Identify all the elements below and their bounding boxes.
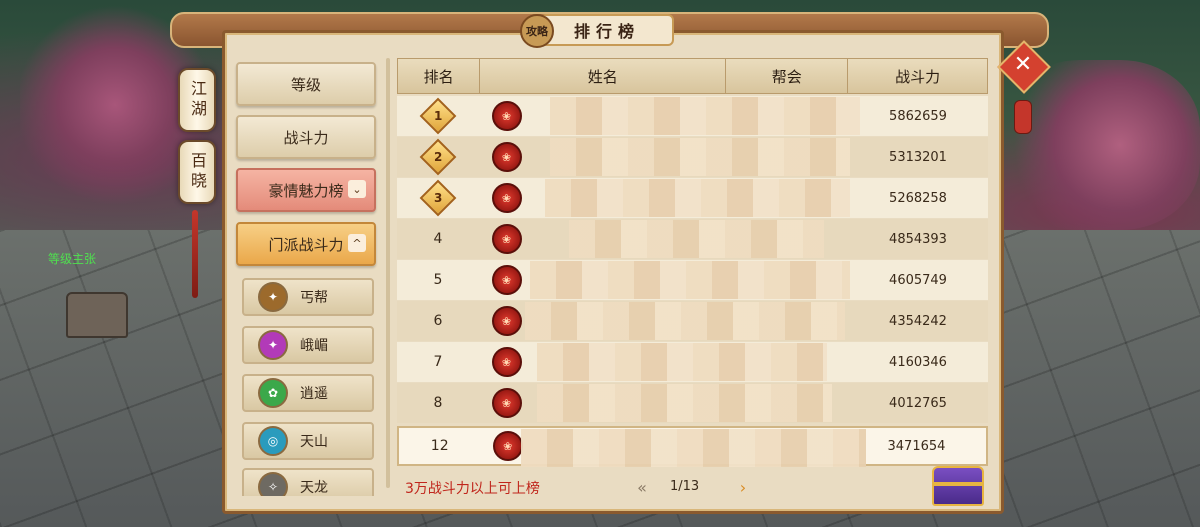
avatar[interactable]: ❀ bbox=[491, 224, 522, 254]
lantern-baixiao[interactable]: 百晓 bbox=[178, 140, 216, 204]
redacted-name-guild bbox=[545, 179, 850, 217]
chevron-right-icon[interactable]: › bbox=[735, 477, 751, 497]
avatar[interactable]: ❀ bbox=[491, 101, 522, 131]
tab-level[interactable]: 等级 bbox=[236, 62, 376, 106]
rank-medal-icon: 3 bbox=[415, 179, 461, 217]
rank-cell: 2 bbox=[397, 138, 479, 176]
lantern-jianghu[interactable]: 江湖 bbox=[178, 68, 216, 132]
power-value: 5268258 bbox=[889, 190, 947, 206]
sect-label: 天山 bbox=[300, 434, 328, 450]
rank-cell: 3 bbox=[397, 179, 479, 217]
chevron-left-icon[interactable]: « bbox=[634, 477, 650, 497]
rank-cell: 5 bbox=[433, 272, 443, 288]
tab-label: 豪情魅力榜 bbox=[268, 181, 344, 200]
table-row[interactable]: 4 ❀ 4854393 bbox=[397, 219, 988, 259]
table-header: 排名 姓名 帮会 战斗力 bbox=[397, 58, 988, 94]
sidebar-scrollbar[interactable] bbox=[386, 58, 390, 488]
page-title: 排行榜 bbox=[540, 14, 674, 46]
world-chest[interactable] bbox=[66, 292, 128, 338]
blade-icon: ✦ bbox=[258, 330, 288, 360]
ranking-table: 排名 姓名 帮会 战斗力 1 ❀ 5862659 2 ❀ 5313201 3 ❀… bbox=[397, 58, 988, 494]
power-value: 4854393 bbox=[889, 231, 947, 247]
table-row[interactable]: 2 ❀ 5313201 bbox=[397, 137, 988, 177]
lantern-label: 江湖 bbox=[188, 80, 207, 120]
redacted-name-guild bbox=[530, 261, 850, 299]
tab-label: 门派战斗力 bbox=[268, 235, 344, 254]
lotus-icon: ✿ bbox=[258, 378, 288, 408]
power-value: 5862659 bbox=[889, 108, 947, 124]
lantern-label: 百晓 bbox=[188, 152, 207, 192]
power-value: 4354242 bbox=[889, 313, 947, 329]
sect-item-xiaoyao[interactable]: ✿ 逍遥 bbox=[242, 374, 374, 412]
header-guild: 帮会 bbox=[726, 59, 849, 93]
rank-cell: 1 bbox=[397, 97, 479, 135]
sect-item-tianlong[interactable]: ✧ 天龙 bbox=[242, 468, 374, 496]
avatar[interactable]: ❀ bbox=[491, 265, 522, 295]
rank-cell: 12 bbox=[430, 438, 449, 454]
tassel-decoration bbox=[192, 210, 198, 298]
redacted-name-guild bbox=[569, 220, 824, 258]
power-value: 4012765 bbox=[889, 395, 947, 411]
redacted-name-guild bbox=[537, 343, 827, 381]
header-name: 姓名 bbox=[480, 59, 727, 93]
table-row[interactable]: 8 ❀ 4012765 bbox=[397, 383, 988, 423]
avatar[interactable]: ❀ bbox=[491, 306, 522, 336]
redacted-name-guild bbox=[521, 429, 866, 467]
header-power: 战斗力 bbox=[895, 67, 941, 86]
table-row[interactable]: 6 ❀ 4354242 bbox=[397, 301, 988, 341]
tab-charm-ranking[interactable]: 豪情魅力榜 ⌄ bbox=[236, 168, 376, 212]
sect-label: 峨嵋 bbox=[300, 338, 328, 354]
staff-icon: ✦ bbox=[258, 282, 288, 312]
category-sidebar: 等级 战斗力 豪情魅力榜 ⌄ 门派战斗力 ^ ✦ 丐帮 ✦ 峨嵋 ✿ 逍遥 ◎ … bbox=[232, 56, 378, 496]
rank-cell: 7 bbox=[433, 354, 443, 370]
redacted-name-guild bbox=[537, 384, 832, 422]
rank-medal-icon: 2 bbox=[415, 138, 461, 176]
listing-requirement-note: 3万战斗力以上可上榜 bbox=[405, 481, 540, 497]
power-value: 4605749 bbox=[889, 272, 947, 288]
treasure-chest-icon[interactable] bbox=[932, 466, 984, 506]
rank-cell: 4 bbox=[433, 231, 443, 247]
tab-label: 等级 bbox=[290, 75, 321, 94]
sect-label: 天龙 bbox=[300, 480, 328, 496]
redacted-name-guild bbox=[550, 138, 850, 176]
table-row[interactable]: 1 ❀ 5862659 bbox=[397, 96, 988, 136]
avatar[interactable]: ❀ bbox=[491, 183, 522, 213]
avatar[interactable]: ❀ bbox=[491, 347, 522, 377]
sect-item-tianshan[interactable]: ◎ 天山 bbox=[242, 422, 374, 460]
tab-combat-power[interactable]: 战斗力 bbox=[236, 115, 376, 159]
rank-medal-icon: 1 bbox=[415, 97, 461, 135]
power-value: 3471654 bbox=[887, 438, 946, 454]
hanging-lantern-icon bbox=[1014, 100, 1032, 134]
rank-cell: 8 bbox=[433, 395, 443, 411]
chevron-up-icon: ^ bbox=[348, 234, 366, 252]
my-rank-row[interactable]: 12 ❀ 3471654 bbox=[397, 426, 988, 467]
avatar[interactable]: ❀ bbox=[491, 388, 522, 418]
sect-label: 丐帮 bbox=[300, 290, 328, 306]
ring-icon: ◎ bbox=[258, 426, 288, 456]
table-body: 1 ❀ 5862659 2 ❀ 5313201 3 ❀ 5268258 4 ❀ … bbox=[397, 94, 988, 494]
rank-cell: 6 bbox=[433, 313, 443, 329]
power-value: 4160346 bbox=[889, 354, 947, 370]
tab-label: 战斗力 bbox=[283, 128, 329, 147]
tab-sect-power[interactable]: 门派战斗力 ^ bbox=[236, 222, 376, 266]
dragon-icon: ✧ bbox=[258, 472, 288, 496]
redacted-name-guild bbox=[525, 302, 845, 340]
close-x-icon[interactable]: ✕ bbox=[1010, 50, 1036, 80]
page-indicator: 1/13 bbox=[670, 479, 700, 494]
player-nameplate: 等级主张 bbox=[48, 252, 97, 266]
avatar[interactable]: ❀ bbox=[491, 142, 522, 172]
table-row[interactable]: 5 ❀ 4605749 bbox=[397, 260, 988, 300]
sect-label: 逍遥 bbox=[300, 386, 328, 402]
table-row[interactable]: 3 ❀ 5268258 bbox=[397, 178, 988, 218]
sect-item-gaibang[interactable]: ✦ 丐帮 bbox=[242, 278, 374, 316]
guide-badge[interactable]: 攻略 bbox=[520, 14, 554, 48]
power-value: 5313201 bbox=[889, 149, 947, 165]
redacted-name-guild bbox=[550, 97, 860, 135]
chevron-down-icon: ⌄ bbox=[348, 180, 366, 198]
header-rank: 排名 bbox=[398, 59, 481, 93]
table-row[interactable]: 7 ❀ 4160346 bbox=[397, 342, 988, 382]
sect-item-emei[interactable]: ✦ 峨嵋 bbox=[242, 326, 374, 364]
avatar[interactable]: ❀ bbox=[492, 431, 523, 461]
